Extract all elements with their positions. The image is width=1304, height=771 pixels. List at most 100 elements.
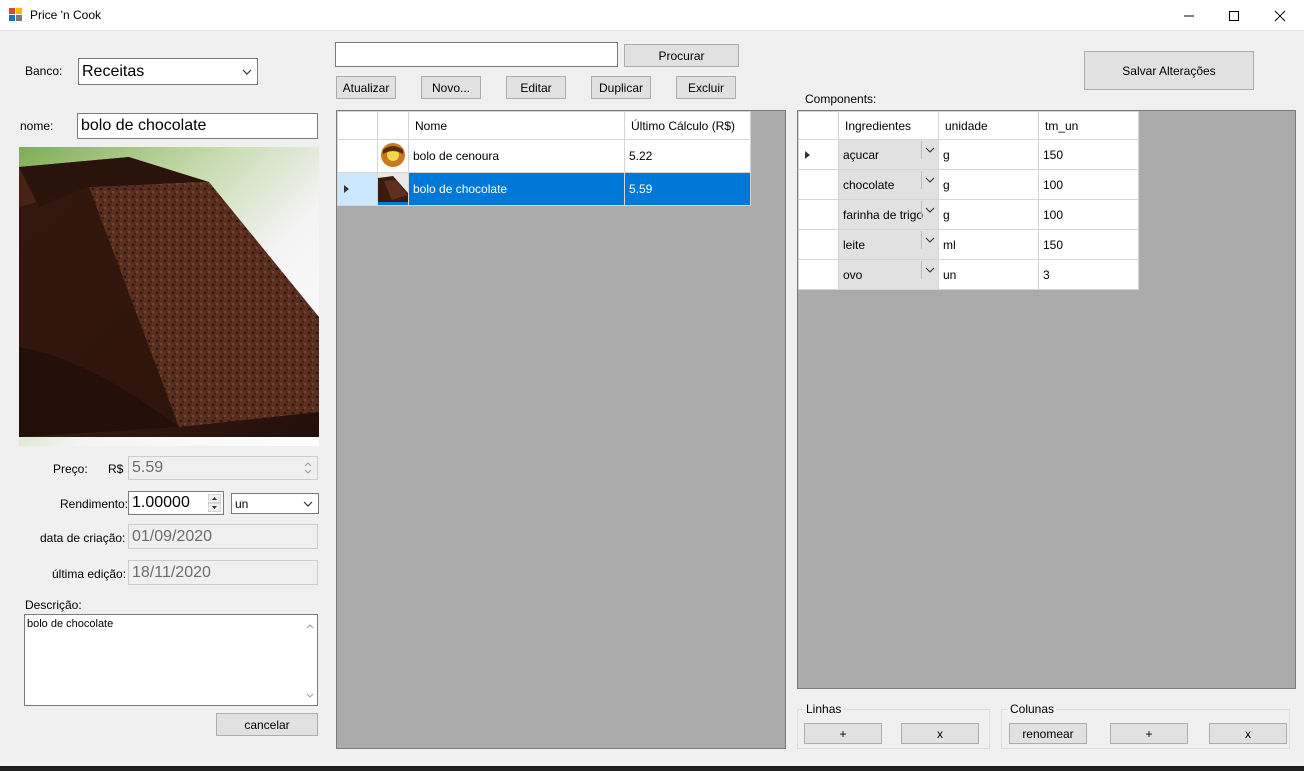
recipe-thumbnail	[377, 172, 409, 206]
tm-un-cell[interactable]: 150	[1038, 139, 1139, 170]
rendimento-label: Rendimento:	[60, 497, 129, 511]
add-column-button[interactable]: +	[1110, 723, 1188, 744]
ingrediente-value: ovo	[843, 267, 863, 282]
app-icon	[9, 8, 22, 21]
unit-select[interactable]: un	[231, 493, 319, 514]
tm-un-cell[interactable]: 150	[1038, 229, 1139, 260]
close-button[interactable]	[1257, 0, 1303, 31]
minimize-button[interactable]	[1166, 0, 1212, 31]
chevron-down-icon[interactable]	[921, 261, 937, 279]
cancelar-button[interactable]: cancelar	[216, 713, 318, 736]
remove-row-button[interactable]: x	[901, 723, 979, 744]
recipes-grid[interactable]: Nome Último Cálculo (R$) bolo de cenoura…	[336, 110, 786, 749]
excluir-button[interactable]: Excluir	[676, 76, 736, 99]
components-label: Components:	[805, 92, 877, 106]
row-header[interactable]	[798, 229, 839, 260]
novo-button[interactable]: Novo...	[421, 76, 481, 99]
table-row[interactable]: ovo un 3	[798, 259, 1139, 290]
table-row[interactable]: açucar g 150	[798, 139, 1139, 170]
nome-label: nome:	[20, 119, 54, 133]
unidade-cell[interactable]: un	[938, 259, 1039, 290]
tm-un-cell[interactable]: 100	[1038, 199, 1139, 230]
column-header-ultimo-calculo[interactable]: Último Cálculo (R$)	[624, 111, 751, 140]
salvar-alteracoes-button[interactable]: Salvar Alterações	[1084, 51, 1254, 90]
spin-arrows-icon	[304, 462, 312, 474]
image-column-header[interactable]	[377, 111, 409, 140]
components-table: Ingredientes unidade tm_un açucar g 150 …	[798, 111, 1139, 290]
recipes-header-row: Nome Último Cálculo (R$)	[337, 111, 751, 140]
scrollbar[interactable]	[305, 619, 315, 703]
ingrediente-value: chocolate	[843, 177, 895, 192]
unidade-cell[interactable]: ml	[938, 229, 1039, 260]
chevron-down-icon[interactable]	[921, 141, 937, 159]
row-header[interactable]	[798, 259, 839, 290]
ingrediente-select[interactable]: chocolate	[838, 169, 939, 200]
unidade-cell[interactable]: g	[938, 139, 1039, 170]
criacao-label: data de criação:	[40, 531, 126, 545]
unit-value: un	[235, 496, 249, 511]
column-header-tm-un[interactable]: tm_un	[1038, 111, 1139, 140]
chevron-down-icon[interactable]	[921, 171, 937, 189]
unidade-cell[interactable]: g	[938, 169, 1039, 200]
edicao-field: 18/11/2020	[128, 560, 318, 585]
chevron-down-icon[interactable]	[921, 201, 937, 219]
chevron-down-icon[interactable]	[921, 231, 937, 249]
table-row[interactable]: chocolate g 100	[798, 169, 1139, 200]
unidade-cell[interactable]: g	[938, 199, 1039, 230]
editar-button[interactable]: Editar	[506, 76, 566, 99]
row-header[interactable]	[798, 139, 839, 170]
tm-un-cell[interactable]: 100	[1038, 169, 1139, 200]
tm-un-cell[interactable]: 3	[1038, 259, 1139, 290]
atualizar-button[interactable]: Atualizar	[336, 76, 396, 99]
linhas-label: Linhas	[804, 702, 844, 716]
row-header[interactable]	[337, 172, 378, 206]
table-row[interactable]: leite ml 150	[798, 229, 1139, 260]
ingrediente-value: farinha de trigo	[843, 207, 924, 222]
ingrediente-select[interactable]: farinha de trigo	[838, 199, 939, 230]
recipe-value: 5.22	[624, 139, 751, 173]
recipe-value: 5.59	[624, 172, 751, 206]
row-header[interactable]	[798, 169, 839, 200]
spin-arrows-icon[interactable]	[208, 494, 221, 512]
edicao-label: última edição:	[52, 567, 127, 581]
ingrediente-value: leite	[843, 237, 866, 252]
add-row-button[interactable]: +	[804, 723, 882, 744]
table-row[interactable]: bolo de cenoura 5.22	[337, 139, 751, 173]
preco-label: Preço:	[53, 462, 88, 476]
rendimento-stepper[interactable]: 1.00000	[128, 491, 224, 515]
components-grid[interactable]: Ingredientes unidade tm_un açucar g 150 …	[797, 110, 1296, 689]
chevron-down-icon	[242, 69, 252, 75]
table-row[interactable]: bolo de chocolate 5.59	[337, 172, 751, 206]
currency-label: R$	[108, 462, 124, 476]
column-header-nome[interactable]: Nome	[408, 111, 625, 140]
banco-select[interactable]: Receitas	[78, 58, 258, 85]
column-header-ingredientes[interactable]: Ingredientes	[838, 111, 939, 140]
descricao-textarea[interactable]: bolo de chocolate	[24, 614, 318, 706]
column-header-unidade[interactable]: unidade	[938, 111, 1039, 140]
duplicar-button[interactable]: Duplicar	[591, 76, 651, 99]
maximize-icon	[1229, 10, 1239, 21]
recipe-name: bolo de cenoura	[408, 139, 625, 173]
linhas-groupbox: Linhas + x	[797, 702, 990, 749]
row-header-corner	[337, 111, 378, 140]
remove-column-button[interactable]: x	[1209, 723, 1287, 744]
row-header[interactable]	[798, 199, 839, 230]
preco-value: 5.59	[132, 459, 164, 476]
taskbar-edge	[0, 766, 1304, 771]
cenoura-cake-thumbnail	[378, 140, 408, 169]
row-header[interactable]	[337, 139, 378, 173]
nome-input[interactable]: bolo de chocolate	[77, 113, 318, 139]
components-header-row: Ingredientes unidade tm_un	[798, 111, 1139, 140]
maximize-button[interactable]	[1211, 0, 1257, 31]
chocolate-cake-thumbnail	[378, 173, 408, 202]
table-row[interactable]: farinha de trigo g 100	[798, 199, 1139, 230]
renomear-button[interactable]: renomear	[1009, 723, 1087, 744]
recipe-thumbnail	[377, 139, 409, 173]
ingrediente-select[interactable]: ovo	[838, 259, 939, 290]
descricao-text: bolo de chocolate	[27, 618, 114, 630]
preco-field: 5.59	[128, 456, 318, 480]
search-input[interactable]	[335, 42, 618, 67]
ingrediente-select[interactable]: açucar	[838, 139, 939, 170]
procurar-button[interactable]: Procurar	[624, 44, 739, 67]
ingrediente-select[interactable]: leite	[838, 229, 939, 260]
